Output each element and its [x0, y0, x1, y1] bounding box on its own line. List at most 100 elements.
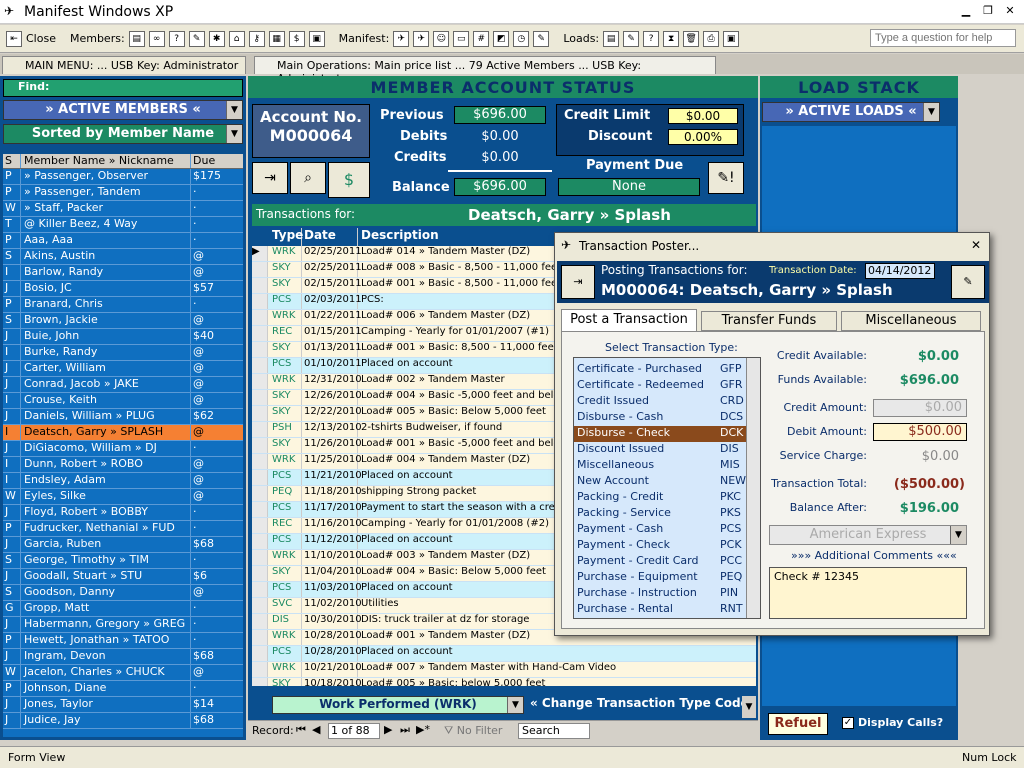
transaction-type-option[interactable]: Payment - Credit Card PCC: [574, 554, 760, 570]
picture-icon[interactable]: ◩: [493, 30, 510, 47]
close-icon[interactable]: ✕: [1002, 4, 1018, 18]
col-member-name[interactable]: Member Name » Nickname: [21, 154, 191, 168]
row-selector[interactable]: [252, 470, 268, 485]
dialog-exit-button[interactable]: ⇥: [561, 265, 595, 299]
row-selector[interactable]: [252, 502, 268, 517]
transaction-type-option[interactable]: Purchase - Rental RNT: [574, 602, 760, 618]
debit-amount-input[interactable]: $500.00: [873, 423, 967, 441]
member-row[interactable]: J DiGiacomo, William » DJ ·: [3, 441, 243, 457]
member-row[interactable]: J Floyd, Robert » BOBBY ·: [3, 505, 243, 521]
row-selector[interactable]: [252, 662, 268, 677]
active-members-dropdown[interactable]: » ACTIVE MEMBERS « ▼: [3, 100, 243, 120]
member-row[interactable]: P» Passenger, Observer $175: [3, 169, 243, 185]
exit-button[interactable]: ⇥: [252, 162, 288, 194]
chevron-down-icon[interactable]: ▼: [226, 101, 242, 119]
tx-date-input[interactable]: 04/14/2012: [865, 263, 935, 279]
grid-icon[interactable]: #: [473, 30, 490, 47]
member-row[interactable]: J Goodall, Stuart » STU $6: [3, 569, 243, 585]
money-icon[interactable]: $: [288, 30, 305, 47]
row-selector[interactable]: [252, 342, 268, 357]
row-selector[interactable]: [252, 486, 268, 501]
row-selector[interactable]: [252, 630, 268, 645]
row-selector[interactable]: [252, 438, 268, 453]
transaction-type-dropdown[interactable]: Work Performed (WRK) ▼: [272, 696, 524, 714]
money-button[interactable]: $: [328, 162, 370, 198]
row-selector[interactable]: [252, 406, 268, 421]
transaction-type-option[interactable]: Payment - Cash PCS: [574, 522, 760, 538]
card-type-dropdown[interactable]: American Express ▼: [769, 525, 967, 545]
key-icon[interactable]: ⚷: [248, 30, 265, 47]
member-row[interactable]: J Habermann, Gregory » GREG ·: [3, 617, 243, 633]
member-row[interactable]: S George, Timothy » TIM ·: [3, 553, 243, 569]
list-scrollbar[interactable]: [746, 358, 760, 618]
member-row[interactable]: S Brown, Jackie @: [3, 313, 243, 329]
transaction-type-option[interactable]: Disburse - Check DCK: [574, 426, 760, 442]
member-row[interactable]: J Garcia, Ruben $68: [3, 537, 243, 553]
record-position-input[interactable]: 1 of 88: [328, 723, 380, 739]
load-edit-icon[interactable]: ✎: [623, 30, 640, 47]
load-doc-icon[interactable]: ▤: [603, 30, 620, 47]
alert-button[interactable]: ✎!: [708, 162, 744, 194]
member-row[interactable]: J Bosio, JC $57: [3, 281, 243, 297]
transaction-type-option[interactable]: Packing - Credit PKC: [574, 490, 760, 506]
clock-icon[interactable]: ◷: [513, 30, 530, 47]
credit-amount-input[interactable]: $0.00: [873, 399, 967, 417]
member-row[interactable]: W Jacelon, Charles » CHUCK @: [3, 665, 243, 681]
help-search-input[interactable]: [870, 29, 1016, 47]
row-selector[interactable]: [252, 678, 268, 686]
trash-icon[interactable]: 🗑: [683, 30, 700, 47]
transaction-type-option[interactable]: Packing - Service PKS: [574, 506, 760, 522]
person-icon[interactable]: ☺: [433, 30, 450, 47]
edit-icon[interactable]: ✎: [188, 30, 205, 47]
member-row[interactable]: J Ingram, Devon $68: [3, 649, 243, 665]
member-row[interactable]: W Eyles, Silke @: [3, 489, 243, 505]
first-record-icon[interactable]: ⏮: [296, 723, 306, 737]
member-row[interactable]: S Akins, Austin @: [3, 249, 243, 265]
col-type[interactable]: Type: [268, 228, 303, 246]
search-input[interactable]: Search: [518, 723, 590, 739]
close-door-icon[interactable]: ⇤: [6, 30, 22, 47]
close-button[interactable]: Close: [26, 32, 56, 45]
member-row[interactable]: P Branard, Chris ·: [3, 297, 243, 313]
row-selector[interactable]: ▶: [252, 246, 268, 261]
member-row[interactable]: I Burke, Randy @: [3, 345, 243, 361]
help-icon[interactable]: ?: [168, 30, 185, 47]
next-record-icon[interactable]: ▶: [384, 723, 392, 736]
member-row[interactable]: I Endsley, Adam @: [3, 473, 243, 489]
save-icon[interactable]: ▣: [723, 30, 740, 47]
no-filter-button[interactable]: ⛛ No Filter: [444, 724, 502, 738]
member-row[interactable]: J Buie, John $40: [3, 329, 243, 345]
find-field[interactable]: Find:: [3, 79, 243, 97]
member-doc-icon[interactable]: ▤: [128, 30, 145, 47]
tv-icon[interactable]: ▭: [453, 30, 470, 47]
member-row[interactable]: P Hewett, Jonathan » TATOO ·: [3, 633, 243, 649]
scroll-down-arrow[interactable]: ▼: [742, 696, 756, 718]
member-row[interactable]: P Aaa, Aaa ·: [3, 233, 243, 249]
jumper-icon[interactable]: ✈: [393, 30, 410, 47]
transaction-type-option[interactable]: Credit Issued CRD: [574, 394, 760, 410]
skydiver-icon[interactable]: ✱: [208, 30, 225, 47]
member-row[interactable]: P Fudrucker, Nethanial » FUD ·: [3, 521, 243, 537]
transaction-type-option[interactable]: Miscellaneous MIS: [574, 458, 760, 474]
transaction-type-option[interactable]: Payment - Check PCK: [574, 538, 760, 554]
member-row[interactable]: P Johnson, Diane ·: [3, 681, 243, 697]
row-selector[interactable]: [252, 566, 268, 581]
col-due[interactable]: Due: [191, 154, 225, 168]
row-selector[interactable]: [252, 358, 268, 373]
minimize-icon[interactable]: ▁: [958, 4, 974, 18]
col-date[interactable]: Date: [302, 228, 358, 246]
member-row[interactable]: J Carter, William @: [3, 361, 243, 377]
preview-button[interactable]: ⌕: [290, 162, 326, 194]
member-row[interactable]: J Daniels, William » PLUG $62: [3, 409, 243, 425]
tab-post-transaction[interactable]: Post a Transaction: [561, 309, 697, 331]
refuel-button[interactable]: Refuel: [768, 713, 828, 735]
tab-transfer-funds[interactable]: Transfer Funds: [701, 311, 837, 331]
transaction-row[interactable]: WRK 10/21/2010 Load# 007 » Tandem Master w…: [252, 662, 756, 678]
home-icon[interactable]: ⌂: [228, 30, 245, 47]
row-selector[interactable]: [252, 390, 268, 405]
transaction-type-option[interactable]: Certificate - Redeemed GFR: [574, 378, 760, 394]
transaction-type-option[interactable]: New Account NEW: [574, 474, 760, 490]
calendar-icon[interactable]: ▣: [308, 30, 325, 47]
transaction-type-list[interactable]: Certificate - Purchased GFP Certificate - …: [573, 357, 761, 619]
row-selector[interactable]: [252, 326, 268, 341]
